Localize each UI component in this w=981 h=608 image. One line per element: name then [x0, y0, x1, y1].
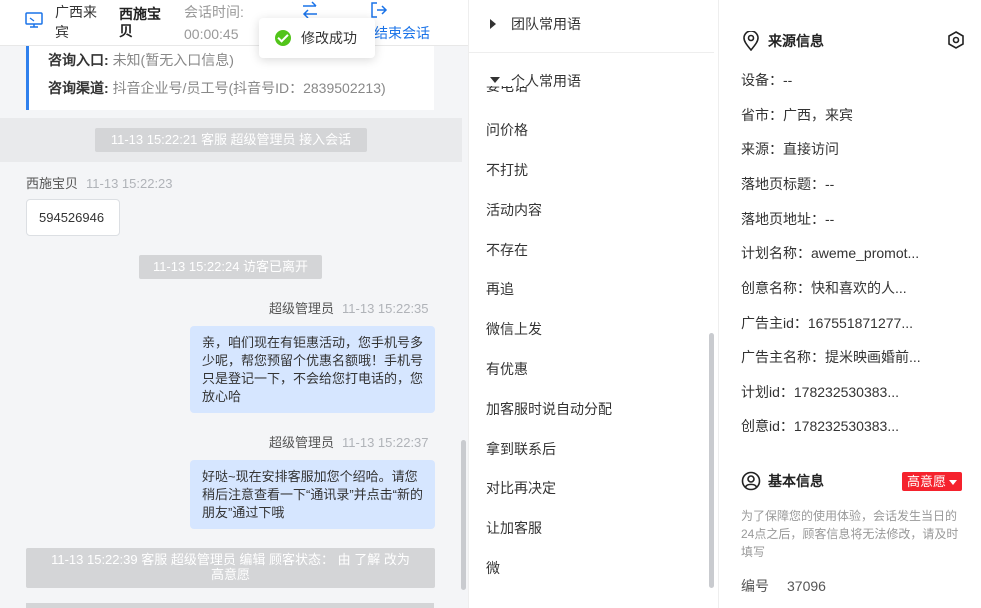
consult-entry-label: 咨询入口:	[48, 52, 109, 68]
phrase-item[interactable]: 拿到联系后	[486, 439, 556, 459]
source-info-row: 广告主名称：提米映画婚前...	[741, 349, 921, 365]
phrase-item[interactable]: 让加客服	[486, 518, 542, 538]
divider	[469, 52, 714, 53]
source-info-row: 设备：--	[741, 72, 793, 88]
transfer-icon[interactable]	[300, 1, 320, 19]
consult-channel-value: 抖音企业号/员工号(抖音号ID：2839502213)	[112, 80, 386, 96]
toast-message: 修改成功	[301, 30, 357, 46]
system-message: 11-13 15:22:39 客服 超级管理员 编辑 顾客状态： 由 了解 改为…	[26, 548, 435, 588]
sender-name: 超级管理员	[269, 301, 335, 316]
phrase-item[interactable]: 对比再决定	[486, 478, 556, 498]
group-personal-phrases[interactable]: 个人常用语	[469, 61, 714, 95]
group-label: 团队常用语	[511, 16, 581, 32]
source-info-row: 省市：广西，来宾	[741, 107, 853, 123]
customer-number-row: 编号 37096	[741, 576, 826, 596]
source-info-row: 创意id：178232530383...	[741, 418, 899, 434]
agent-message-bubble: 亲，咱们现在有钜惠活动，您手机号多少呢，帮您预留个优惠名额哦！手机号只是登记一下…	[190, 326, 435, 413]
sender-name: 西施宝贝	[26, 176, 79, 191]
phrase-item[interactable]: 活动内容	[486, 200, 542, 220]
agent-message-bubble: 好哒~现在安排客服加您个绍哈。请您稍后注意查看一下“通讯录”并点击“新的朋友”通…	[190, 460, 435, 529]
visitor-region: 广西来宾	[55, 4, 97, 40]
consult-channel-label: 咨询渠道:	[48, 80, 109, 96]
phrase-item[interactable]: 微信上发	[486, 319, 542, 339]
message-time: 11-13 15:22:35	[342, 301, 429, 316]
phrase-item[interactable]: 再追	[486, 279, 514, 299]
caret-down-icon	[949, 480, 958, 486]
visitor-name: 西施宝贝	[119, 6, 161, 39]
source-info-row: 来源：直接访问	[741, 141, 839, 157]
logout-icon[interactable]	[370, 1, 388, 19]
visitor-message-bubble: 594526946	[26, 199, 120, 236]
success-toast: 修改成功	[259, 18, 375, 58]
agent-sender: 超级管理员 11-13 15:22:37	[269, 434, 429, 452]
consult-entry-row: 咨询入口: 未知(暂无入口信息)	[48, 50, 234, 70]
source-info-title: 来源信息	[768, 33, 824, 49]
app-root: 广西来宾 西施宝贝 会话时间: 00:00:45 结束会话 修改成功 咨询入口:…	[0, 0, 981, 608]
consult-entry-value: 未知(暂无入口信息)	[112, 52, 234, 68]
phrase-item[interactable]: 微	[486, 558, 500, 578]
consult-channel-row: 咨询渠道: 抖音企业号/员工号(抖音号ID：2839502213)	[48, 78, 386, 98]
common-phrases-panel: 团队常用语 要电话 个人常用语 问价格 不打扰 活动内容 不存在 再追 微信上发…	[468, 0, 719, 608]
source-info-row: 计划名称：aweme_promot...	[741, 245, 920, 261]
agent-sender: 超级管理员 11-13 15:22:35	[269, 300, 429, 318]
location-icon	[743, 31, 759, 51]
source-info-row: 落地页标题：--	[741, 176, 835, 192]
session-time-value: 00:00:45	[184, 26, 239, 42]
person-circle-icon	[741, 471, 761, 491]
phrase-item[interactable]: 不打扰	[486, 160, 528, 180]
intent-status-dropdown[interactable]: 高意愿	[902, 472, 963, 491]
message-time: 11-13 15:22:23	[86, 176, 173, 191]
caret-down-icon	[490, 77, 500, 83]
check-circle-icon	[275, 30, 291, 46]
end-session-button[interactable]: 结束会话	[374, 23, 430, 43]
source-info-row: 创意名称：快和喜欢的人...	[741, 280, 907, 296]
phrase-item[interactable]: 不存在	[486, 240, 528, 260]
caret-right-icon	[490, 19, 496, 29]
monitor-icon	[25, 12, 43, 28]
group-team-phrases[interactable]: 团队常用语	[469, 0, 714, 50]
source-info-row: 计划id：178232530383...	[741, 384, 899, 400]
chat-scrollbar[interactable]	[461, 440, 466, 590]
message-time: 11-13 15:22:37	[342, 435, 429, 450]
customer-number-value: 37096	[787, 578, 826, 594]
system-message: 11-13 15:22:24 访客已离开	[139, 255, 322, 279]
phrase-item[interactable]: 有优惠	[486, 359, 528, 379]
system-message-partial	[26, 603, 434, 608]
session-time-label: 会话时间:	[184, 4, 244, 20]
customer-number-label: 编号	[741, 578, 769, 594]
edit-deadline-note: 为了保障您的使用体验，会话发生当日的24点之后，顾客信息将无法修改，请及时填写	[741, 509, 959, 559]
intent-status-value: 高意愿	[907, 474, 947, 489]
chat-header: 广西来宾 西施宝贝 会话时间: 00:00:45 结束会话	[0, 0, 468, 46]
phrase-item[interactable]: 加客服时说自动分配	[486, 399, 612, 419]
basic-info-title: 基本信息	[768, 473, 824, 489]
visitor-sender: 西施宝贝 11-13 15:22:23	[26, 175, 173, 193]
phrase-item[interactable]: 问价格	[486, 120, 528, 140]
source-info-row: 落地页地址：--	[741, 211, 835, 227]
source-info-row: 广告主id：167551871277...	[741, 315, 913, 331]
group-label: 个人常用语	[511, 73, 581, 89]
sender-name: 超级管理员	[269, 435, 335, 450]
chat-panel: 广西来宾 西施宝贝 会话时间: 00:00:45 结束会话 修改成功 咨询入口:…	[0, 0, 468, 608]
phrases-scrollbar[interactable]	[709, 333, 714, 588]
customer-info-panel: 来源信息 设备：-- 省市：广西，来宾 来源：直接访问 落地页标题：-- 落地页…	[720, 0, 981, 608]
system-message: 11-13 15:22:21 客服 超级管理员 接入会话	[95, 128, 367, 152]
hexagon-settings-icon[interactable]	[946, 30, 966, 50]
